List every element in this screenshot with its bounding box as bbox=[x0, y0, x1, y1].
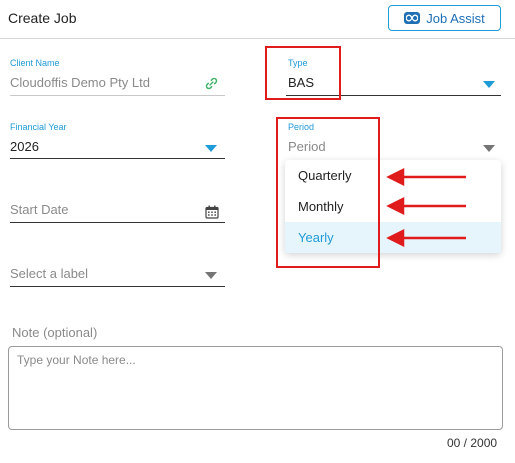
note-character-counter: 00 / 2000 bbox=[447, 436, 498, 450]
chevron-down-icon[interactable] bbox=[205, 272, 217, 279]
chevron-down-icon[interactable] bbox=[205, 145, 217, 152]
infinity-icon bbox=[404, 12, 421, 24]
start-date-underline bbox=[10, 222, 225, 223]
financial-year-underline bbox=[10, 158, 225, 159]
note-textarea[interactable] bbox=[8, 346, 503, 430]
client-name-label: Client Name bbox=[10, 58, 60, 68]
chevron-down-icon[interactable] bbox=[483, 145, 495, 152]
label-select-underline bbox=[10, 286, 225, 287]
link-icon bbox=[204, 76, 219, 96]
financial-year-select[interactable]: 2026 bbox=[10, 139, 39, 154]
note-label: Note (optional) bbox=[12, 325, 98, 340]
annotation-box-type bbox=[265, 46, 341, 100]
header-divider bbox=[0, 38, 515, 39]
client-name-field: Cloudoffis Demo Pty Ltd bbox=[10, 75, 150, 90]
financial-year-label: Financial Year bbox=[10, 122, 67, 132]
annotation-box-period bbox=[276, 117, 380, 268]
label-select[interactable]: Select a label bbox=[10, 266, 88, 281]
chevron-down-icon[interactable] bbox=[483, 81, 495, 88]
page-title: Create Job bbox=[8, 10, 77, 26]
annotation-arrows bbox=[386, 167, 466, 248]
client-name-underline bbox=[10, 95, 225, 96]
job-assist-label: Job Assist bbox=[426, 10, 485, 26]
start-date-field[interactable]: Start Date bbox=[10, 202, 69, 217]
job-assist-button[interactable]: Job Assist bbox=[388, 5, 501, 31]
